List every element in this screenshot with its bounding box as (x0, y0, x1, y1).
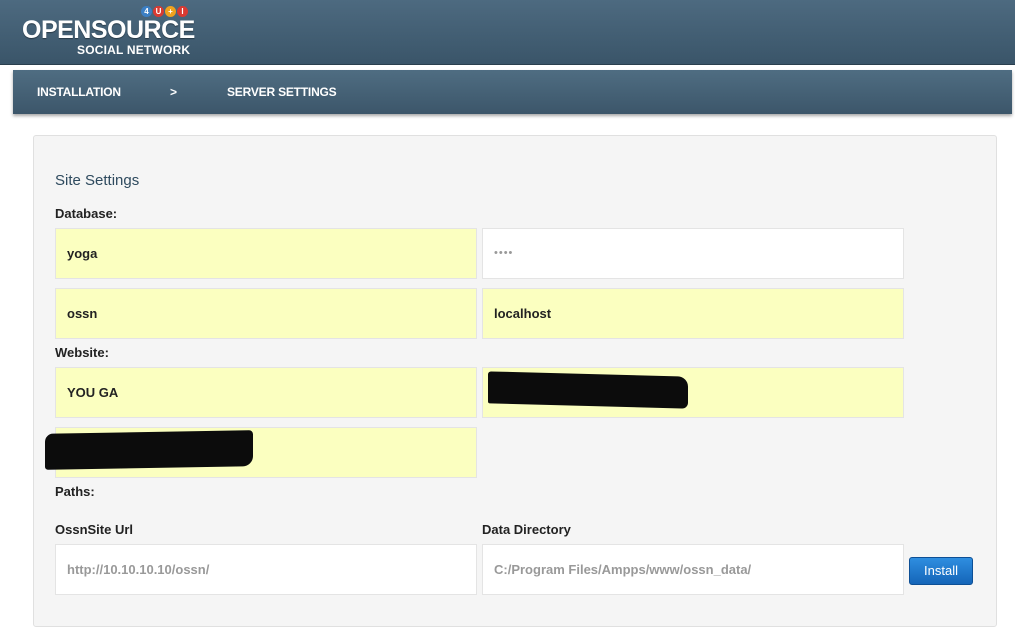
db-host-input[interactable]: localhost (482, 288, 904, 339)
page-title: Site Settings (55, 172, 140, 189)
site-logo[interactable]: 4 U + I OPENSOURCE SOCIAL NETWORK (22, 6, 195, 58)
breadcrumb-server-settings[interactable]: SERVER SETTINGS (227, 85, 337, 99)
site-url-input[interactable]: http://10.10.10.10/ossn/ (55, 544, 477, 595)
data-directory-input[interactable]: C:/Program Files/Ampps/www/ossn_data/ (482, 544, 904, 595)
header-bar: 4 U + I OPENSOURCE SOCIAL NETWORK (0, 0, 1015, 65)
data-directory-label: Data Directory (482, 522, 571, 537)
logo-main-text: OPENSOURCE (22, 16, 195, 44)
breadcrumb-separator: > (170, 85, 177, 99)
db-user-input[interactable]: yoga (55, 228, 477, 279)
website-label: Website: (55, 345, 109, 360)
paths-label: Paths: (55, 484, 95, 499)
install-button[interactable]: Install (909, 557, 973, 585)
db-password-input[interactable]: •••• (482, 228, 904, 279)
database-label: Database: (55, 206, 118, 221)
breadcrumb: INSTALLATION > SERVER SETTINGS (13, 70, 1012, 114)
breadcrumb-installation[interactable]: INSTALLATION (37, 85, 121, 99)
db-name-input[interactable]: ossn (55, 288, 477, 339)
site-url-label: OssnSite Url (55, 522, 134, 537)
redaction-mark (488, 371, 688, 409)
logo-sub-text: SOCIAL NETWORK (77, 43, 191, 57)
site-name-input[interactable]: YOU GA (55, 367, 477, 418)
redaction-mark (45, 430, 253, 470)
